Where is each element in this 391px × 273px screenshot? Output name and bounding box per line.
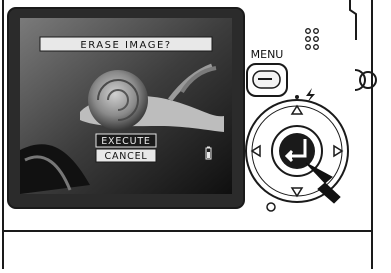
menu-label: MENU	[251, 48, 284, 61]
menu-button[interactable]	[246, 63, 288, 97]
execute-label: EXECUTE	[101, 136, 151, 147]
camera-back-panel: ERASE IMAGE? EXECUTE CANCEL MENU	[0, 0, 391, 269]
indicator-dot	[295, 95, 299, 99]
cancel-option[interactable]: CANCEL	[95, 148, 157, 163]
camera-illustration: ERASE IMAGE? EXECUTE CANCEL MENU	[0, 0, 391, 269]
erase-title: ERASE IMAGE?	[80, 40, 171, 51]
execute-option[interactable]: EXECUTE	[95, 133, 157, 148]
cancel-label: CANCEL	[105, 151, 148, 162]
